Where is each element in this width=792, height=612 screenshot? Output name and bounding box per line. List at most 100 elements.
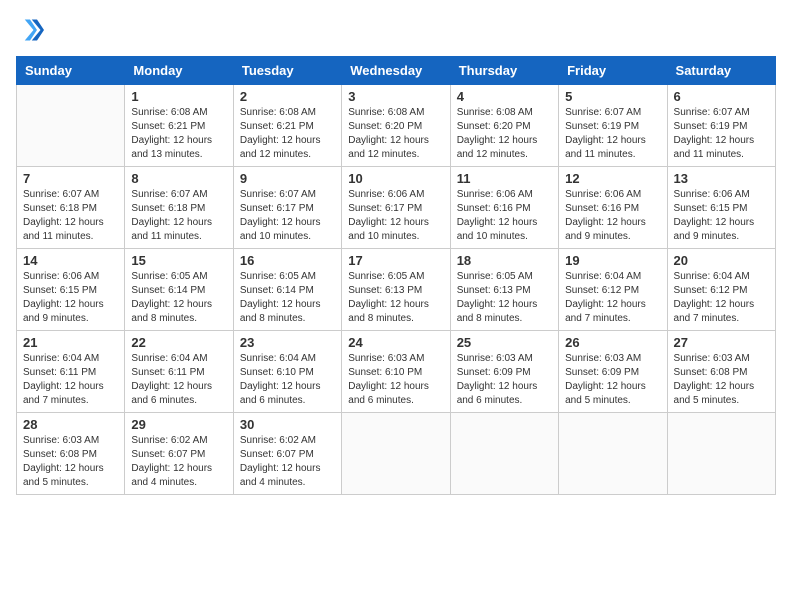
calendar-cell: 15 Sunrise: 6:05 AM Sunset: 6:14 PM Dayli… [125,249,233,331]
calendar-cell [559,413,667,495]
calendar-cell: 14 Sunrise: 6:06 AM Sunset: 6:15 PM Dayli… [17,249,125,331]
day-info: Sunrise: 6:07 AM Sunset: 6:19 PM Dayligh… [674,106,769,162]
calendar-cell: 3 Sunrise: 6:08 AM Sunset: 6:20 PM Daylig… [342,85,450,167]
day-info: Sunrise: 6:06 AM Sunset: 6:17 PM Dayligh… [348,188,443,244]
day-info: Sunrise: 6:04 AM Sunset: 6:12 PM Dayligh… [674,270,769,326]
calendar-cell: 7 Sunrise: 6:07 AM Sunset: 6:18 PM Daylig… [17,167,125,249]
day-info: Sunrise: 6:07 AM Sunset: 6:18 PM Dayligh… [131,188,226,244]
logo [16,16,48,44]
day-number: 25 [457,335,552,350]
calendar-header-day: Friday [559,57,667,85]
day-info: Sunrise: 6:08 AM Sunset: 6:21 PM Dayligh… [131,106,226,162]
calendar-cell: 25 Sunrise: 6:03 AM Sunset: 6:09 PM Dayli… [450,331,558,413]
day-number: 19 [565,253,660,268]
day-number: 1 [131,89,226,104]
day-info: Sunrise: 6:05 AM Sunset: 6:14 PM Dayligh… [240,270,335,326]
day-number: 13 [674,171,769,186]
day-number: 20 [674,253,769,268]
day-info: Sunrise: 6:07 AM Sunset: 6:17 PM Dayligh… [240,188,335,244]
day-number: 11 [457,171,552,186]
calendar-cell: 11 Sunrise: 6:06 AM Sunset: 6:16 PM Dayli… [450,167,558,249]
calendar-header-day: Tuesday [233,57,341,85]
day-number: 27 [674,335,769,350]
calendar-header-day: Wednesday [342,57,450,85]
day-info: Sunrise: 6:08 AM Sunset: 6:20 PM Dayligh… [457,106,552,162]
calendar-cell: 5Sunrise: 6:07 AM Sunset: 6:19 PM Daylig… [559,85,667,167]
day-number: 26 [565,335,660,350]
calendar-cell: 22 Sunrise: 6:04 AM Sunset: 6:11 PM Dayli… [125,331,233,413]
day-info: Sunrise: 6:03 AM Sunset: 6:08 PM Dayligh… [674,352,769,408]
day-number: 12 [565,171,660,186]
day-info: Sunrise: 6:03 AM Sunset: 6:09 PM Dayligh… [565,352,660,408]
calendar-cell: 19 Sunrise: 6:04 AM Sunset: 6:12 PM Dayli… [559,249,667,331]
day-info: Sunrise: 6:03 AM Sunset: 6:09 PM Dayligh… [457,352,552,408]
day-info: Sunrise: 6:04 AM Sunset: 6:11 PM Dayligh… [131,352,226,408]
day-number: 9 [240,171,335,186]
day-info: Sunrise: 6:08 AM Sunset: 6:21 PM Dayligh… [240,106,335,162]
day-number: 21 [23,335,118,350]
calendar-cell: 18Sunrise: 6:05 AM Sunset: 6:13 PM Dayli… [450,249,558,331]
day-info: Sunrise: 6:07 AM Sunset: 6:18 PM Dayligh… [23,188,118,244]
day-info: Sunrise: 6:04 AM Sunset: 6:10 PM Dayligh… [240,352,335,408]
calendar-cell: 23 Sunrise: 6:04 AM Sunset: 6:10 PM Dayli… [233,331,341,413]
calendar-cell: 30Sunrise: 6:02 AM Sunset: 6:07 PM Dayli… [233,413,341,495]
calendar-cell: 27 Sunrise: 6:03 AM Sunset: 6:08 PM Dayli… [667,331,775,413]
day-number: 14 [23,253,118,268]
calendar-cell: 6 Sunrise: 6:07 AM Sunset: 6:19 PM Daylig… [667,85,775,167]
day-info: Sunrise: 6:06 AM Sunset: 6:16 PM Dayligh… [565,188,660,244]
calendar-cell: 10Sunrise: 6:06 AM Sunset: 6:17 PM Dayli… [342,167,450,249]
calendar-header-row: SundayMondayTuesdayWednesdayThursdayFrid… [17,57,776,85]
day-info: Sunrise: 6:02 AM Sunset: 6:07 PM Dayligh… [131,434,226,490]
day-info: Sunrise: 6:05 AM Sunset: 6:13 PM Dayligh… [348,270,443,326]
calendar-cell: 21 Sunrise: 6:04 AM Sunset: 6:11 PM Dayli… [17,331,125,413]
calendar-week-row: 7 Sunrise: 6:07 AM Sunset: 6:18 PM Daylig… [17,167,776,249]
calendar: SundayMondayTuesdayWednesdayThursdayFrid… [16,56,776,495]
day-info: Sunrise: 6:03 AM Sunset: 6:10 PM Dayligh… [348,352,443,408]
calendar-cell [17,85,125,167]
day-info: Sunrise: 6:02 AM Sunset: 6:07 PM Dayligh… [240,434,335,490]
day-number: 3 [348,89,443,104]
calendar-week-row: 14 Sunrise: 6:06 AM Sunset: 6:15 PM Dayli… [17,249,776,331]
calendar-header-day: Saturday [667,57,775,85]
calendar-cell: 13 Sunrise: 6:06 AM Sunset: 6:15 PM Dayli… [667,167,775,249]
calendar-week-row: 1 Sunrise: 6:08 AM Sunset: 6:21 PM Daylig… [17,85,776,167]
day-number: 6 [674,89,769,104]
day-info: Sunrise: 6:03 AM Sunset: 6:08 PM Dayligh… [23,434,118,490]
day-info: Sunrise: 6:04 AM Sunset: 6:12 PM Dayligh… [565,270,660,326]
calendar-week-row: 21 Sunrise: 6:04 AM Sunset: 6:11 PM Dayli… [17,331,776,413]
day-number: 15 [131,253,226,268]
day-info: Sunrise: 6:06 AM Sunset: 6:15 PM Dayligh… [674,188,769,244]
calendar-cell [342,413,450,495]
calendar-cell: 1 Sunrise: 6:08 AM Sunset: 6:21 PM Daylig… [125,85,233,167]
day-number: 29 [131,417,226,432]
calendar-cell: 24Sunrise: 6:03 AM Sunset: 6:10 PM Dayli… [342,331,450,413]
calendar-cell: 4Sunrise: 6:08 AM Sunset: 6:20 PM Daylig… [450,85,558,167]
calendar-cell: 8 Sunrise: 6:07 AM Sunset: 6:18 PM Daylig… [125,167,233,249]
day-info: Sunrise: 6:05 AM Sunset: 6:14 PM Dayligh… [131,270,226,326]
calendar-cell: 2 Sunrise: 6:08 AM Sunset: 6:21 PM Daylig… [233,85,341,167]
calendar-cell: 16Sunrise: 6:05 AM Sunset: 6:14 PM Dayli… [233,249,341,331]
day-number: 7 [23,171,118,186]
calendar-cell: 20 Sunrise: 6:04 AM Sunset: 6:12 PM Dayli… [667,249,775,331]
calendar-cell: 26 Sunrise: 6:03 AM Sunset: 6:09 PM Dayli… [559,331,667,413]
day-info: Sunrise: 6:06 AM Sunset: 6:16 PM Dayligh… [457,188,552,244]
calendar-cell [667,413,775,495]
calendar-cell [450,413,558,495]
day-number: 18 [457,253,552,268]
day-number: 23 [240,335,335,350]
calendar-cell: 17Sunrise: 6:05 AM Sunset: 6:13 PM Dayli… [342,249,450,331]
page-header [16,16,776,44]
logo-icon [16,16,44,44]
day-number: 22 [131,335,226,350]
calendar-week-row: 28 Sunrise: 6:03 AM Sunset: 6:08 PM Dayli… [17,413,776,495]
day-number: 2 [240,89,335,104]
day-info: Sunrise: 6:08 AM Sunset: 6:20 PM Dayligh… [348,106,443,162]
calendar-cell: 29 Sunrise: 6:02 AM Sunset: 6:07 PM Dayli… [125,413,233,495]
day-number: 8 [131,171,226,186]
day-info: Sunrise: 6:06 AM Sunset: 6:15 PM Dayligh… [23,270,118,326]
calendar-header-day: Monday [125,57,233,85]
day-number: 28 [23,417,118,432]
calendar-cell: 28 Sunrise: 6:03 AM Sunset: 6:08 PM Dayli… [17,413,125,495]
day-info: Sunrise: 6:04 AM Sunset: 6:11 PM Dayligh… [23,352,118,408]
calendar-header-day: Sunday [17,57,125,85]
